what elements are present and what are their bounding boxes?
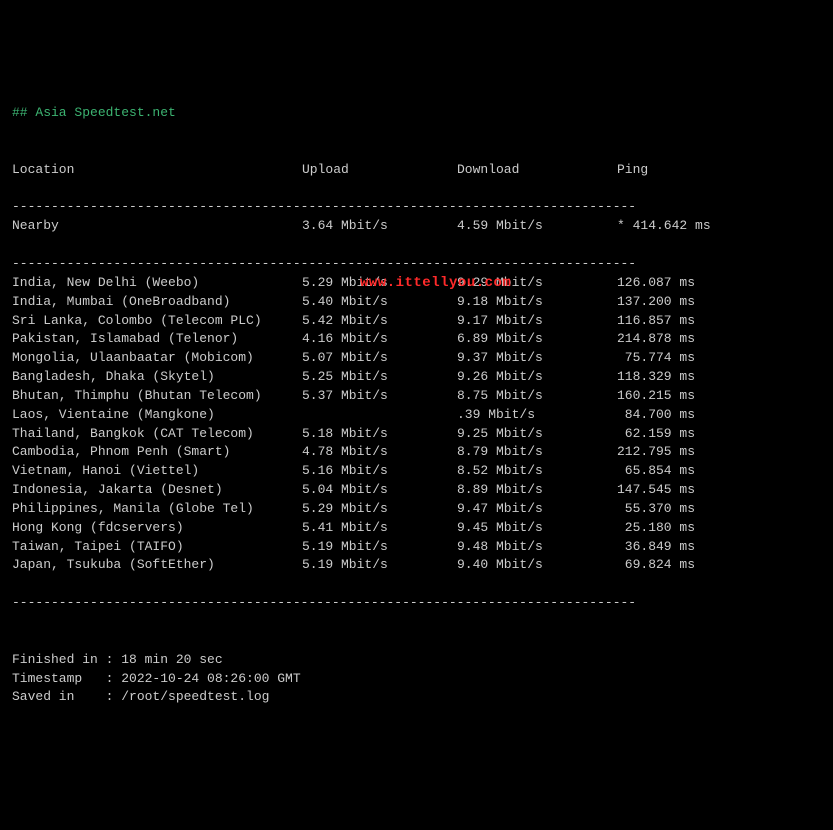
cell-upload — [302, 406, 457, 425]
cell-upload: 5.37 Mbit/s — [302, 387, 457, 406]
cell-download: 8.52 Mbit/s — [457, 462, 617, 481]
cell-location: Laos, Vientaine (Mangkone) — [12, 406, 302, 425]
cell-location: Indonesia, Jakarta (Desnet) — [12, 481, 302, 500]
nearby-location: Nearby — [12, 217, 302, 236]
cell-ping: 212.795 ms — [617, 443, 747, 462]
col-ping-header: Ping — [617, 161, 747, 180]
table-row: Hong Kong (fdcservers)5.41 Mbit/s9.45 Mb… — [12, 519, 821, 538]
cell-upload: 4.16 Mbit/s — [302, 330, 457, 349]
cell-upload: 5.42 Mbit/s — [302, 312, 457, 331]
table-row: Taiwan, Taipei (TAIFO)5.19 Mbit/s9.48 Mb… — [12, 538, 821, 557]
header-row: LocationUploadDownloadPing — [12, 161, 821, 180]
footer-saved: Saved in : /root/speedtest.log — [12, 689, 269, 704]
nearby-download: 4.59 Mbit/s — [457, 217, 617, 236]
table-row: Vietnam, Hanoi (Viettel)5.16 Mbit/s8.52 … — [12, 462, 821, 481]
cell-upload: 5.29 Mbit/s — [302, 274, 457, 293]
cell-ping: 126.087 ms — [617, 274, 747, 293]
cell-location: Hong Kong (fdcservers) — [12, 519, 302, 538]
cell-location: India, Mumbai (OneBroadband) — [12, 293, 302, 312]
cell-download: 9.29 Mbit/s — [457, 274, 617, 293]
cell-ping: 25.180 ms — [617, 519, 747, 538]
cell-ping: 75.774 ms — [617, 349, 747, 368]
col-upload-header: Upload — [302, 161, 457, 180]
cell-upload: 5.07 Mbit/s — [302, 349, 457, 368]
table-row: Japan, Tsukuba (SoftEther)5.19 Mbit/s9.4… — [12, 556, 821, 575]
cell-ping: 84.700 ms — [617, 406, 747, 425]
cell-location: Bangladesh, Dhaka (Skytel) — [12, 368, 302, 387]
cell-ping: 36.849 ms — [617, 538, 747, 557]
cell-ping: 214.878 ms — [617, 330, 747, 349]
cell-upload: 5.16 Mbit/s — [302, 462, 457, 481]
cell-upload: 5.19 Mbit/s — [302, 538, 457, 557]
table-row: Mongolia, Ulaanbaatar (Mobicom)5.07 Mbit… — [12, 349, 821, 368]
table-row: Pakistan, Islamabad (Telenor)4.16 Mbit/s… — [12, 330, 821, 349]
cell-upload: 5.29 Mbit/s — [302, 500, 457, 519]
table-row: Philippines, Manila (Globe Tel)5.29 Mbit… — [12, 500, 821, 519]
cell-location: Philippines, Manila (Globe Tel) — [12, 500, 302, 519]
cell-ping: 118.329 ms — [617, 368, 747, 387]
cell-upload: 5.18 Mbit/s — [302, 425, 457, 444]
table-row: India, Mumbai (OneBroadband)5.40 Mbit/s9… — [12, 293, 821, 312]
table-row: India, New Delhi (Weebo)5.29 Mbit/s9.29 … — [12, 274, 821, 293]
table-row: Indonesia, Jakarta (Desnet)5.04 Mbit/s8.… — [12, 481, 821, 500]
cell-location: Taiwan, Taipei (TAIFO) — [12, 538, 302, 557]
cell-ping: 147.545 ms — [617, 481, 747, 500]
cell-download: 9.45 Mbit/s — [457, 519, 617, 538]
cell-location: Bhutan, Thimphu (Bhutan Telecom) — [12, 387, 302, 406]
cell-ping: 65.854 ms — [617, 462, 747, 481]
cell-download: 9.25 Mbit/s — [457, 425, 617, 444]
cell-upload: 4.78 Mbit/s — [302, 443, 457, 462]
cell-ping: 116.857 ms — [617, 312, 747, 331]
cell-location: Mongolia, Ulaanbaatar (Mobicom) — [12, 349, 302, 368]
table-row: Cambodia, Phnom Penh (Smart)4.78 Mbit/s8… — [12, 443, 821, 462]
cell-location: Pakistan, Islamabad (Telenor) — [12, 330, 302, 349]
section-title: ## Asia Speedtest.net — [12, 105, 176, 120]
cell-ping: 137.200 ms — [617, 293, 747, 312]
table-row: Thailand, Bangkok (CAT Telecom)5.18 Mbit… — [12, 425, 821, 444]
cell-location: Thailand, Bangkok (CAT Telecom) — [12, 425, 302, 444]
divider: ----------------------------------------… — [12, 256, 636, 271]
cell-location: Cambodia, Phnom Penh (Smart) — [12, 443, 302, 462]
cell-location: Vietnam, Hanoi (Viettel) — [12, 462, 302, 481]
footer-finished: Finished in : 18 min 20 sec — [12, 652, 223, 667]
cell-download: 6.89 Mbit/s — [457, 330, 617, 349]
cell-ping: 69.824 ms — [617, 556, 747, 575]
cell-upload: 5.25 Mbit/s — [302, 368, 457, 387]
table-row: Bhutan, Thimphu (Bhutan Telecom)5.37 Mbi… — [12, 387, 821, 406]
cell-ping: 160.215 ms — [617, 387, 747, 406]
cell-ping: 55.370 ms — [617, 500, 747, 519]
cell-download: 8.79 Mbit/s — [457, 443, 617, 462]
cell-location: Sri Lanka, Colombo (Telecom PLC) — [12, 312, 302, 331]
divider: ----------------------------------------… — [12, 199, 636, 214]
cell-download: 9.26 Mbit/s — [457, 368, 617, 387]
cell-download: 8.89 Mbit/s — [457, 481, 617, 500]
table-row: Bangladesh, Dhaka (Skytel)5.25 Mbit/s9.2… — [12, 368, 821, 387]
table-row: Sri Lanka, Colombo (Telecom PLC)5.42 Mbi… — [12, 312, 821, 331]
cell-download: 9.40 Mbit/s — [457, 556, 617, 575]
cell-ping: 62.159 ms — [617, 425, 747, 444]
nearby-ping: * 414.642 ms — [617, 217, 747, 236]
col-download-header: Download — [457, 161, 617, 180]
table-row: Laos, Vientaine (Mangkone) .39 Mbit/s 84.… — [12, 406, 821, 425]
nearby-row: Nearby3.64 Mbit/s4.59 Mbit/s* 414.642 ms — [12, 217, 821, 236]
cell-download: 9.37 Mbit/s — [457, 349, 617, 368]
divider: ----------------------------------------… — [12, 595, 636, 610]
nearby-upload: 3.64 Mbit/s — [302, 217, 457, 236]
cell-location: Japan, Tsukuba (SoftEther) — [12, 556, 302, 575]
cell-upload: 5.19 Mbit/s — [302, 556, 457, 575]
cell-download: 9.48 Mbit/s — [457, 538, 617, 557]
cell-download: .39 Mbit/s — [457, 406, 617, 425]
cell-location: India, New Delhi (Weebo) — [12, 274, 302, 293]
footer-timestamp: Timestamp : 2022-10-24 08:26:00 GMT — [12, 671, 301, 686]
cell-download: 9.47 Mbit/s — [457, 500, 617, 519]
terminal-output: { "title": "## Asia Speedtest.net", "hea… — [12, 29, 821, 745]
cell-download: 9.17 Mbit/s — [457, 312, 617, 331]
cell-upload: 5.40 Mbit/s — [302, 293, 457, 312]
cell-upload: 5.41 Mbit/s — [302, 519, 457, 538]
cell-download: 9.18 Mbit/s — [457, 293, 617, 312]
col-location-header: Location — [12, 161, 302, 180]
cell-upload: 5.04 Mbit/s — [302, 481, 457, 500]
cell-download: 8.75 Mbit/s — [457, 387, 617, 406]
